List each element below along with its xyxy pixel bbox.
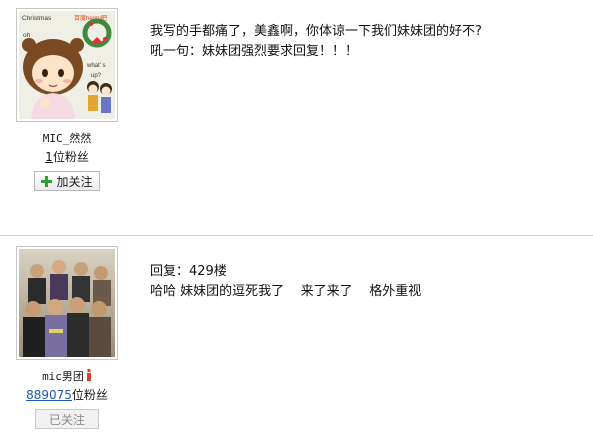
avatar-text-christmas: Christmas: [22, 15, 52, 22]
fans-count-link[interactable]: 889075: [26, 388, 72, 402]
username[interactable]: MIC_然然: [0, 130, 134, 147]
user-sidebar: Christmas oh 百度henry吧 what' s up? MIC_然然…: [0, 8, 134, 191]
post-content: 我写的手都痛了，美鑫啊，你体谅一下我们妹妹团的好不? 吼一句：妹妹团强烈要求回复…: [150, 22, 482, 62]
post-content-line: 我写的手都痛了，美鑫啊，你体谅一下我们妹妹团的好不?: [150, 24, 482, 39]
avatar-cartoon-image: Christmas oh 百度henry吧 what' s up?: [19, 11, 115, 119]
reply-floor-line: 回复：429楼: [150, 264, 227, 279]
vip-badge-icon[interactable]: [86, 369, 92, 381]
post-content-line: 哈哈 妹妹团的逗死我了 来了来了 格外重视: [150, 284, 422, 299]
avatar-group-photo: [19, 249, 115, 357]
post-content-line: 吼一句：妹妹团强烈要求回复！！！: [150, 44, 359, 59]
post-content: 回复：429楼 哈哈 妹妹团的逗死我了 来了来了 格外重视: [150, 262, 421, 302]
post-1: Christmas oh 百度henry吧 what' s up? MIC_然然…: [0, 0, 593, 236]
username[interactable]: mic男团: [0, 368, 134, 385]
fans-suffix: 位粉丝: [52, 150, 89, 164]
followed-button-label: 已关注: [48, 412, 85, 427]
plus-icon: [41, 175, 53, 187]
fans-suffix: 位粉丝: [71, 388, 108, 402]
avatar[interactable]: Christmas oh 百度henry吧 what' s up?: [16, 8, 118, 122]
avatar-watermark: 百度henry吧: [74, 14, 107, 22]
fans-count-link[interactable]: 1: [45, 150, 53, 164]
fans-count: 889075位粉丝: [0, 387, 134, 403]
fans-count: 1位粉丝: [0, 149, 134, 165]
avatar-text-whats: what' s: [86, 63, 106, 69]
user-sidebar: mic男团 889075位粉丝 已关注: [0, 246, 134, 429]
followed-button[interactable]: 已关注: [35, 409, 99, 429]
username-text[interactable]: MIC_然然: [43, 132, 92, 145]
avatar-text-oh: oh: [23, 32, 31, 39]
follow-button-label: 加关注: [56, 174, 93, 189]
post-2: mic男团 889075位粉丝 已关注 回复：429楼 哈哈 妹妹团的逗死我了 …: [0, 236, 593, 442]
follow-button[interactable]: 加关注: [34, 171, 100, 191]
avatar[interactable]: [16, 246, 118, 360]
avatar-text-up: up?: [91, 73, 102, 79]
username-text[interactable]: mic男团: [42, 370, 84, 383]
